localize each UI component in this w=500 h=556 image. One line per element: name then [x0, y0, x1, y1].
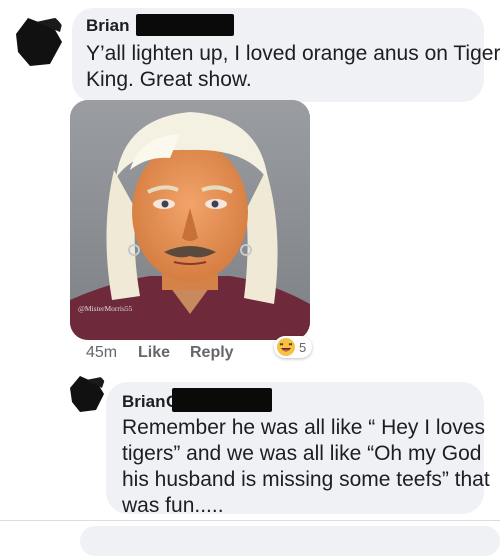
- comment-text-line: Y’all lighten up, I loved orange anus on…: [86, 42, 500, 65]
- reaction-summary[interactable]: 5: [274, 336, 313, 358]
- avatar[interactable]: [66, 372, 108, 414]
- like-button[interactable]: Like: [138, 344, 170, 362]
- reply-text-line: his husband is missing some teefs” that: [122, 468, 490, 491]
- avatar-image: [66, 372, 108, 414]
- reply-button[interactable]: Reply: [190, 344, 234, 362]
- divider: [0, 520, 500, 521]
- reply-text-line: was fun.....: [122, 494, 224, 517]
- image-watermark: @MisterMorris55: [78, 304, 133, 313]
- laughing-emoji-icon: [277, 338, 295, 356]
- comment-image[interactable]: @MisterMorris55: [70, 100, 310, 340]
- next-comment-bubble: [80, 526, 500, 556]
- comment-author[interactable]: Brian: [86, 16, 129, 36]
- reply-text-line: Remember he was all like “ Hey I loves: [122, 416, 485, 439]
- redacted-name: [172, 388, 272, 412]
- reply-text-line: tigers” and we was all like “Oh my God: [122, 442, 482, 465]
- reply-author[interactable]: Brian: [122, 392, 165, 412]
- redacted-name: [136, 14, 234, 36]
- avatar-image: [10, 12, 66, 68]
- avatar[interactable]: [10, 12, 66, 68]
- reaction-count: 5: [299, 339, 307, 355]
- comment-text-line: King. Great show.: [86, 68, 252, 91]
- comment-timestamp[interactable]: 45m: [86, 344, 117, 362]
